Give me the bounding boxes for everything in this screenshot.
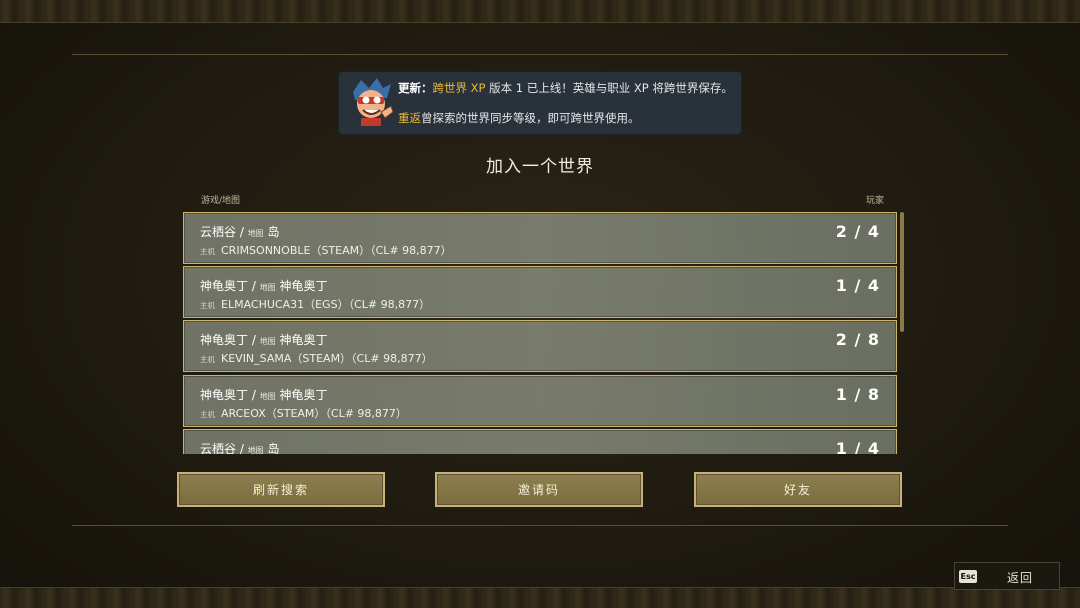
host-name: ELMACHUCA31（EGS）（CL# 98,877） [221, 298, 431, 311]
map-tag: 地图 [259, 337, 276, 346]
world-row[interactable]: 云栖谷 / 地图 岛 主机 1 / 4 [183, 429, 897, 454]
map-name: 岛 [267, 442, 280, 454]
world-row[interactable]: 神龟奥丁 / 地图 神龟奥丁 主机 KEVIN_SAMA（STEAM）（CL# 9… [183, 320, 897, 372]
update-line: 更新：跨世界 XP 版本 1 已上线！英雄与职业 XP 将跨世界保存。 [398, 80, 733, 96]
player-count: 2 / 4 [835, 222, 880, 241]
world-map-label: 云栖谷 / 地图 岛 [200, 442, 280, 454]
back-button[interactable]: Esc 返回 [954, 562, 1060, 590]
bottom-border [0, 587, 1080, 608]
update-notice: 更新：跨世界 XP 版本 1 已上线！英雄与职业 XP 将跨世界保存。 重返曾探… [339, 72, 741, 134]
host-info: 主机 KEVIN_SAMA（STEAM）（CL# 98,877） [200, 350, 433, 366]
host-name: ARCEOX（STEAM）（CL# 98,877） [221, 407, 407, 420]
back-label: 返回 [1007, 571, 1034, 585]
list-scrollbar[interactable] [900, 212, 904, 332]
player-count: 1 / 4 [835, 439, 880, 454]
player-count: 1 / 4 [835, 276, 880, 295]
map-tag: 地图 [259, 392, 276, 401]
world-name: 云栖谷 [200, 225, 237, 239]
host-info: 主机 CRIMSONNOBLE（STEAM）（CL# 98,877） [200, 242, 452, 258]
world-row[interactable]: 云栖谷 / 地图 岛 主机 CRIMSONNOBLE（STEAM）（CL# 98,… [183, 212, 897, 264]
refresh-search-button[interactable]: 刷新搜索 [177, 472, 385, 507]
host-tag: 主机 [200, 410, 215, 419]
map-name: 神龟奥丁 [279, 333, 328, 347]
update-text: 版本 1 已上线！ [485, 81, 573, 95]
world-name: 神龟奥丁 [200, 333, 249, 347]
host-tag: 主机 [200, 247, 215, 256]
host-info: 主机 ARCEOX（STEAM）（CL# 98,877） [200, 405, 407, 421]
world-name: 神龟奥丁 [200, 388, 249, 402]
host-name: CRIMSONNOBLE（STEAM）（CL# 98,877） [221, 244, 452, 257]
host-info: 主机 ELMACHUCA31（EGS）（CL# 98,877） [200, 296, 430, 312]
player-count: 1 / 8 [835, 385, 880, 404]
host-tag: 主机 [200, 301, 215, 310]
host-name: KEVIN_SAMA（STEAM）（CL# 98,877） [221, 352, 433, 365]
revisit-highlight: 重返 [398, 111, 421, 125]
esc-key-icon: Esc [959, 570, 977, 583]
revisit-line: 重返曾探索的世界同步等级，即可跨世界使用。 [398, 110, 640, 126]
map-tag: 地图 [247, 229, 264, 238]
map-name: 神龟奥丁 [279, 279, 328, 293]
world-name: 云栖谷 [200, 442, 237, 454]
top-border [0, 0, 1080, 23]
world-map-label: 神龟奥丁 / 地图 神龟奥丁 [200, 388, 328, 402]
update-highlight: 跨世界 XP [432, 81, 486, 95]
hero-avatar-icon [353, 78, 394, 126]
update-label: 更新： [398, 81, 433, 95]
map-tag: 地图 [247, 446, 264, 454]
world-map-label: 神龟奥丁 / 地图 神龟奥丁 [200, 333, 328, 347]
friends-button[interactable]: 好友 [694, 472, 902, 507]
column-header-game-map: 游戏/地图 [201, 196, 241, 206]
revisit-text: 曾探索的世界同步等级，即可跨世界使用。 [421, 111, 640, 125]
world-list[interactable]: 云栖谷 / 地图 岛 主机 CRIMSONNOBLE（STEAM）（CL# 98,… [183, 211, 897, 454]
host-tag: 主机 [200, 355, 215, 364]
top-divider [72, 54, 1008, 55]
bottom-divider [72, 525, 1008, 526]
world-row[interactable]: 神龟奥丁 / 地图 神龟奥丁 主机 ELMACHUCA31（EGS）（CL# 98… [183, 266, 897, 318]
map-tag: 地图 [259, 283, 276, 292]
column-header-players: 玩家 [866, 196, 885, 206]
world-name: 神龟奥丁 [200, 279, 249, 293]
page-title: 加入一个世界 [486, 157, 594, 177]
world-map-label: 云栖谷 / 地图 岛 [200, 225, 280, 239]
update-text-detail: 英雄与职业 XP 将跨世界保存。 [572, 81, 733, 95]
map-name: 岛 [267, 225, 280, 239]
player-count: 2 / 8 [835, 330, 880, 349]
invite-code-button[interactable]: 邀请码 [435, 472, 643, 507]
world-row[interactable]: 神龟奥丁 / 地图 神龟奥丁 主机 ARCEOX（STEAM）（CL# 98,87… [183, 375, 897, 427]
map-name: 神龟奥丁 [279, 388, 328, 402]
world-map-label: 神龟奥丁 / 地图 神龟奥丁 [200, 279, 328, 293]
